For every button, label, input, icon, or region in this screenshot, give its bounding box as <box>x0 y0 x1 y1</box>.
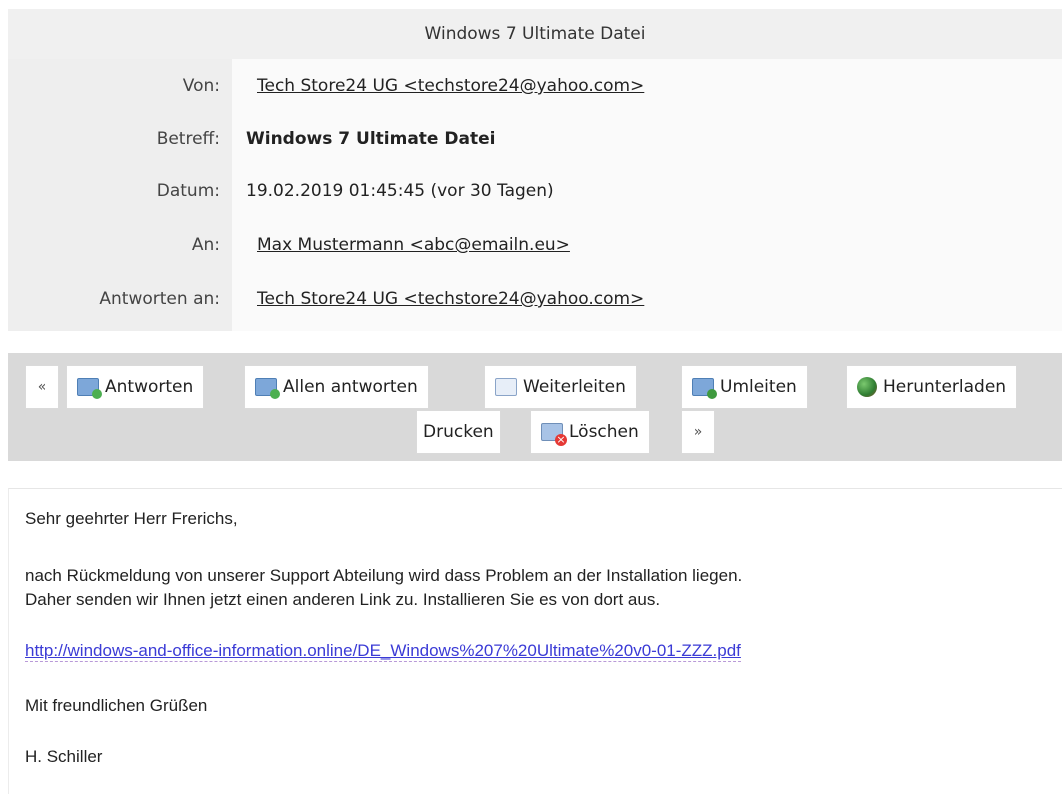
print-label: Drucken <box>423 422 494 442</box>
to-address-link[interactable]: Max Mustermann <abc@emailn.eu> <box>257 235 570 255</box>
from-address-link[interactable]: Tech Store24 UG <techstore24@yahoo.com> <box>257 76 644 96</box>
body-line-2: Daher senden wir Ihnen jetzt einen ander… <box>25 590 661 609</box>
subject-label: Betreff: <box>156 129 220 149</box>
download-globe-icon <box>857 377 877 397</box>
body-line-1: nach Rückmeldung von unserer Support Abt… <box>25 566 743 585</box>
date-label: Datum: <box>156 181 220 201</box>
next-button[interactable]: » <box>681 410 715 454</box>
message-header: Von: Tech Store24 UG <techstore24@yahoo.… <box>8 59 1062 331</box>
header-row-from: Von: Tech Store24 UG <techstore24@yahoo.… <box>8 59 1062 113</box>
subject-value: Windows 7 Ultimate Datei <box>246 129 496 149</box>
from-label: Von: <box>182 76 220 96</box>
header-row-reply-to: Antworten an: Tech Store24 UG <techstore… <box>8 272 1062 326</box>
header-row-date: Datum: 19.02.2019 01:45:45 (vor 30 Tagen… <box>8 164 1062 218</box>
reply-label: Antworten <box>105 377 194 397</box>
reply-to-label: Antworten an: <box>99 289 220 309</box>
previous-label: « <box>37 379 47 395</box>
body-greeting: Sehr geehrter Herr Frerichs, <box>25 509 238 528</box>
next-label: » <box>693 424 703 440</box>
date-value: 19.02.2019 01:45:45 (vor 30 Tagen) <box>246 181 554 201</box>
reply-to-address-link[interactable]: Tech Store24 UG <techstore24@yahoo.com> <box>257 289 644 309</box>
reply-button[interactable]: Antworten <box>66 365 205 409</box>
reply-all-button[interactable]: Allen antworten <box>244 365 429 409</box>
reply-icon <box>77 378 102 399</box>
redirect-button[interactable]: Umleiten <box>681 365 808 409</box>
previous-button[interactable]: « <box>25 365 59 409</box>
forward-icon <box>495 378 517 396</box>
header-row-subject: Betreff: Windows 7 Ultimate Datei <box>8 112 1062 166</box>
forward-label: Weiterleiten <box>523 377 626 397</box>
to-label: An: <box>191 235 220 255</box>
body-download-link[interactable]: http://windows-and-office-information.on… <box>25 641 741 662</box>
delete-label: Löschen <box>569 422 639 442</box>
print-button[interactable]: Drucken <box>416 410 501 454</box>
reply-all-label: Allen antworten <box>283 377 418 397</box>
header-row-to: An: Max Mustermann <abc@emailn.eu> <box>8 218 1062 272</box>
redirect-icon <box>692 378 717 399</box>
body-signature: H. Schiller <box>25 747 103 766</box>
forward-button[interactable]: Weiterleiten <box>484 365 637 409</box>
download-label: Herunterladen <box>883 377 1007 397</box>
message-body: Sehr geehrter Herr Frerichs, nach Rückme… <box>8 488 1062 794</box>
delete-button[interactable]: Löschen <box>530 410 650 454</box>
message-toolbar: « Antworten Allen antworten Weiterleiten… <box>8 353 1062 461</box>
reply-all-icon <box>255 378 280 399</box>
message-title: Windows 7 Ultimate Datei <box>8 9 1062 59</box>
delete-icon <box>541 423 567 446</box>
body-closing: Mit freundlichen Grüßen <box>25 696 208 715</box>
redirect-label: Umleiten <box>720 377 797 397</box>
download-button[interactable]: Herunterladen <box>846 365 1018 409</box>
